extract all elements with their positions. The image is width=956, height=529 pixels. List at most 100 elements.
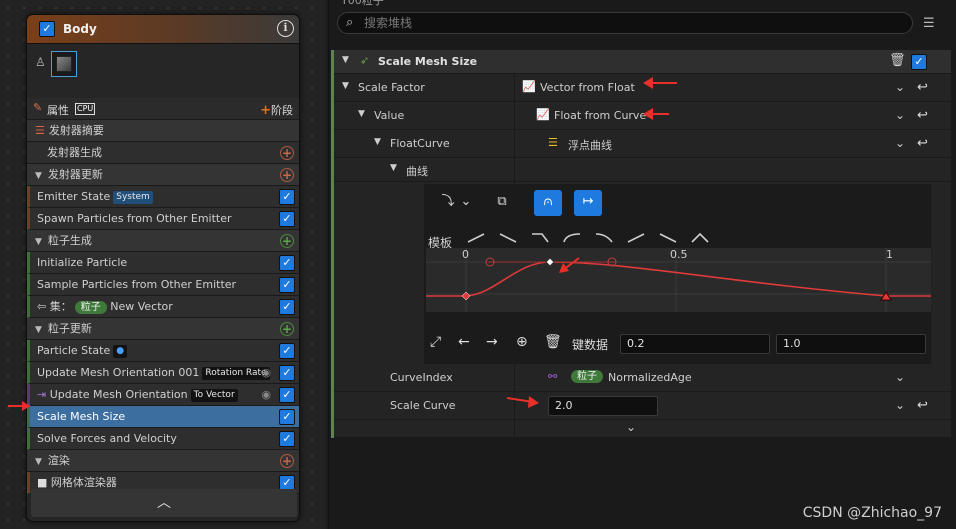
add-stage-button[interactable]: +阶段 — [260, 102, 293, 118]
collapse-triangle-icon[interactable]: ▼ — [390, 163, 397, 173]
prop-float-curve[interactable]: ▼ FloatCurve ☰ 浮点曲线 ⌄ ↩ — [334, 130, 951, 158]
chevron-down-icon[interactable]: ⌄ — [895, 108, 905, 122]
collapse-triangle-icon[interactable]: ▼ — [35, 451, 42, 473]
row-particle-update[interactable]: ▼ 粒子更新 + — [27, 318, 299, 341]
add-renderer-icon[interactable]: + — [280, 454, 294, 468]
next-key-icon[interactable]: → — [486, 334, 498, 350]
enable-checkbox[interactable]: ✓ — [279, 365, 295, 381]
chevron-down-icon[interactable]: ⌄ — [895, 398, 905, 412]
collapse-triangle-icon[interactable]: ▼ — [35, 319, 42, 341]
info-icon[interactable]: i — [277, 20, 294, 37]
post-infinity-icon[interactable]: ↦ — [574, 190, 602, 216]
pin-icon[interactable]: ♙ — [35, 55, 46, 69]
mesh-thumbnail[interactable] — [51, 51, 77, 77]
row-initialize-particle[interactable]: Initialize Particle ✓ — [27, 252, 299, 274]
dynamic-input-icon: ⇥ — [37, 388, 47, 401]
enable-checkbox[interactable]: ✓ — [279, 211, 295, 227]
module-enable-checkbox[interactable]: ✓ — [911, 54, 927, 70]
chevron-down-icon[interactable]: ⌄ — [458, 190, 474, 216]
pre-infinity-icon[interactable]: ⩀ — [534, 190, 562, 216]
enable-checkbox[interactable]: ✓ — [279, 299, 295, 315]
collapse-triangle-icon[interactable]: ▼ — [342, 81, 349, 91]
curve-templates[interactable] — [464, 228, 714, 248]
attributes-row[interactable]: ✎ 属性 CPU +阶段 — [27, 98, 299, 120]
row-scale-mesh-size[interactable]: Scale Mesh Size ✓ — [27, 406, 299, 428]
eye-icon[interactable]: ◉ — [261, 384, 271, 406]
axis-label: 0 — [462, 248, 469, 261]
collapse-triangle-icon[interactable]: ▼ — [342, 55, 349, 65]
collapse-node-button[interactable]: ︿ — [31, 489, 297, 517]
eye-icon[interactable]: ◉ — [261, 362, 271, 384]
chevron-down-icon[interactable]: ⌄ — [895, 370, 905, 384]
chevron-down-icon[interactable]: ⌄ — [895, 80, 905, 94]
enable-checkbox[interactable]: ✓ — [279, 343, 295, 359]
row-emitter-state[interactable]: Emitter State System ✓ — [27, 186, 299, 208]
enable-checkbox[interactable]: ✓ — [279, 431, 295, 447]
prop-value[interactable]: NormalizedAge — [608, 371, 692, 384]
reset-icon[interactable]: ↩ — [917, 80, 928, 95]
curve-graph[interactable]: 0 0.5 1 — [426, 248, 931, 312]
more-row[interactable]: ⌄ — [334, 420, 951, 438]
reset-icon[interactable]: ↩ — [917, 136, 928, 151]
search-box[interactable]: ⌕ — [337, 12, 913, 34]
prop-curve[interactable]: ▼ 曲线 — [334, 158, 951, 182]
enable-checkbox[interactable]: ✓ — [279, 277, 295, 293]
prop-value[interactable]: 浮点曲线 — [568, 137, 612, 153]
row-render[interactable]: ▼ 渲染 + — [27, 450, 299, 473]
reset-icon[interactable]: ↩ — [917, 398, 928, 413]
key-value-input[interactable]: 1.0 — [776, 334, 926, 354]
prop-scale-curve[interactable]: Scale Curve 2.0 ⌄ ↩ — [334, 392, 951, 420]
curve-key — [461, 291, 471, 301]
prop-value[interactable]: Vector from Float — [540, 81, 635, 94]
row-emitter-update[interactable]: ▼ 发射器更新 + — [27, 164, 299, 187]
attributes-label: 属性 — [47, 104, 69, 117]
row-spawn-particles[interactable]: Spawn Particles from Other Emitter ✓ — [27, 208, 299, 230]
curve-editor[interactable]: ⤵ ⌄ ⧉ ⩀ ↦ 模板 0 0.5 1 ⤢ ← → ⊕ 🗑 键数据 0.2 1… — [424, 184, 931, 364]
row-solve-forces[interactable]: Solve Forces and Velocity ✓ — [27, 428, 299, 450]
collapse-triangle-icon[interactable]: ▼ — [358, 109, 365, 119]
prop-curve-index[interactable]: CurveIndex ⚯ 粒子 NormalizedAge ⌄ — [334, 364, 951, 392]
reset-icon[interactable]: ↩ — [917, 108, 928, 123]
chevron-down-icon[interactable]: ⌄ — [626, 420, 636, 434]
row-update-mesh-orientation-001[interactable]: Update Mesh Orientation 001 Rotation Rate… — [27, 362, 299, 384]
row-particle-spawn[interactable]: ▼ 粒子生成 + — [27, 230, 299, 253]
emitter-node[interactable]: ✓ Body i ♙ ✎ 属性 CPU +阶段 ☰ 发射器摘要 发射器生成 + ▼… — [26, 14, 300, 522]
node-enable-checkbox[interactable]: ✓ — [39, 21, 55, 37]
zoom-fit-icon[interactable]: ⤢ — [430, 334, 441, 350]
collapse-triangle-icon[interactable]: ▼ — [35, 231, 42, 253]
add-module-icon[interactable]: + — [280, 322, 294, 336]
section-header[interactable]: ▼ ➶ Scale Mesh Size 🗑 ✓ — [334, 50, 951, 74]
details-panel: Y00粒子 ⌕ ☰ ▼ ➶ Scale Mesh Size 🗑 ✓ ▼ Scal… — [328, 0, 956, 529]
enable-checkbox[interactable]: ✓ — [279, 409, 295, 425]
delete-key-icon[interactable]: 🗑 — [544, 334, 562, 350]
add-module-icon[interactable]: + — [280, 146, 294, 160]
add-key-icon[interactable]: ⊕ — [516, 334, 528, 350]
row-set-new-vector[interactable]: ⇦ 集： 粒子 New Vector ✓ — [27, 296, 299, 318]
enable-checkbox[interactable]: ✓ — [279, 255, 295, 271]
row-update-mesh-orientation[interactable]: ⇥ Update Mesh Orientation To Vector ◉ ✓ — [27, 384, 299, 406]
row-emitter-spawn[interactable]: 发射器生成 + — [27, 142, 299, 164]
collapse-triangle-icon[interactable]: ▼ — [374, 137, 381, 147]
enable-checkbox[interactable]: ✓ — [279, 189, 295, 205]
annotation-arrow — [559, 257, 580, 273]
filter-icon[interactable]: ☰ — [923, 16, 935, 31]
scale-curve-input[interactable]: 2.0 — [548, 396, 658, 416]
node-header[interactable]: ✓ Body i — [27, 15, 299, 44]
collapse-triangle-icon[interactable]: ▼ — [35, 165, 42, 187]
database-icon: ☰ — [548, 136, 558, 149]
key-time-input[interactable]: 0.2 — [620, 334, 770, 354]
add-module-icon[interactable]: + — [280, 234, 294, 248]
row-emitter-summary[interactable]: ☰ 发射器摘要 — [27, 120, 299, 142]
search-input[interactable] — [364, 14, 884, 32]
prop-value[interactable]: Float from Curve — [554, 109, 646, 122]
row-particle-state[interactable]: Particle State ● ✓ — [27, 340, 299, 362]
prop-key: Scale Factor — [358, 81, 425, 94]
previous-key-icon[interactable]: ← — [458, 334, 470, 350]
chevron-down-icon[interactable]: ⌄ — [895, 136, 905, 150]
enable-checkbox[interactable]: ✓ — [279, 387, 295, 403]
open-external-icon[interactable]: ⧉ — [488, 190, 516, 216]
template-ease-out-icon — [532, 233, 549, 243]
add-module-icon[interactable]: + — [280, 168, 294, 182]
row-sample-particles[interactable]: Sample Particles from Other Emitter ✓ — [27, 274, 299, 296]
delete-icon[interactable]: 🗑 — [889, 53, 906, 68]
